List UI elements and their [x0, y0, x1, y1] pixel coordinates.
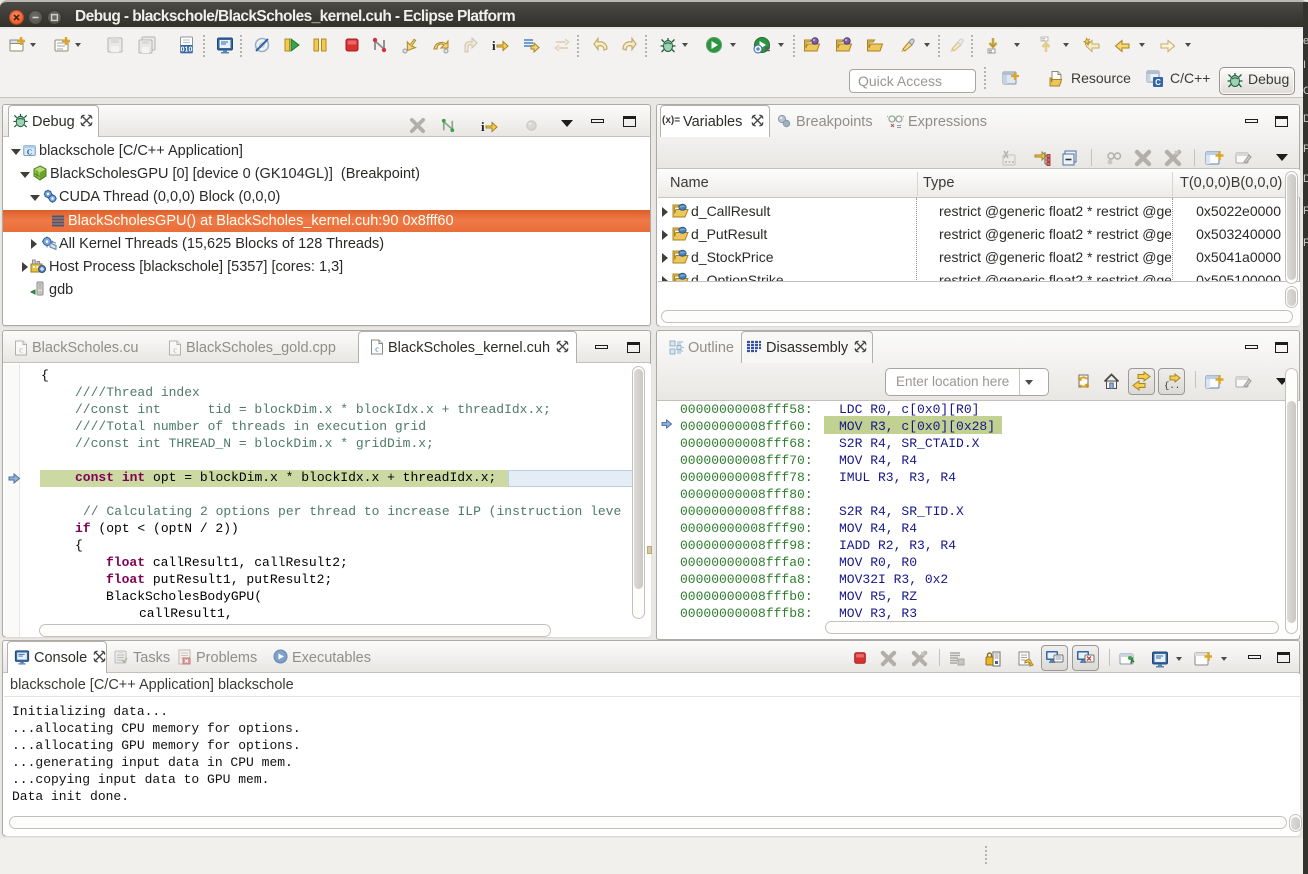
- svg-text:D: D: [1303, 113, 1308, 125]
- svg-text:c: c: [173, 346, 177, 355]
- svg-text:c: c: [19, 346, 23, 355]
- svg-text:I: I: [1303, 59, 1306, 71]
- svg-text:c: c: [375, 345, 379, 354]
- svg-text:C: C: [1155, 78, 1161, 87]
- svg-text:i: i: [492, 38, 496, 53]
- svg-text:P: P: [1303, 205, 1308, 217]
- svg-text:D: D: [1303, 173, 1308, 185]
- svg-text:C: C: [1303, 85, 1308, 97]
- svg-text:010: 010: [181, 47, 193, 54]
- svg-text:e: e: [1303, 35, 1308, 47]
- svg-text:C: C: [27, 148, 32, 157]
- svg-text:i: i: [481, 119, 485, 134]
- svg-text:{..}: {..}: [1164, 381, 1181, 391]
- svg-text:P: P: [1303, 237, 1308, 249]
- svg-text:P: P: [1303, 143, 1308, 155]
